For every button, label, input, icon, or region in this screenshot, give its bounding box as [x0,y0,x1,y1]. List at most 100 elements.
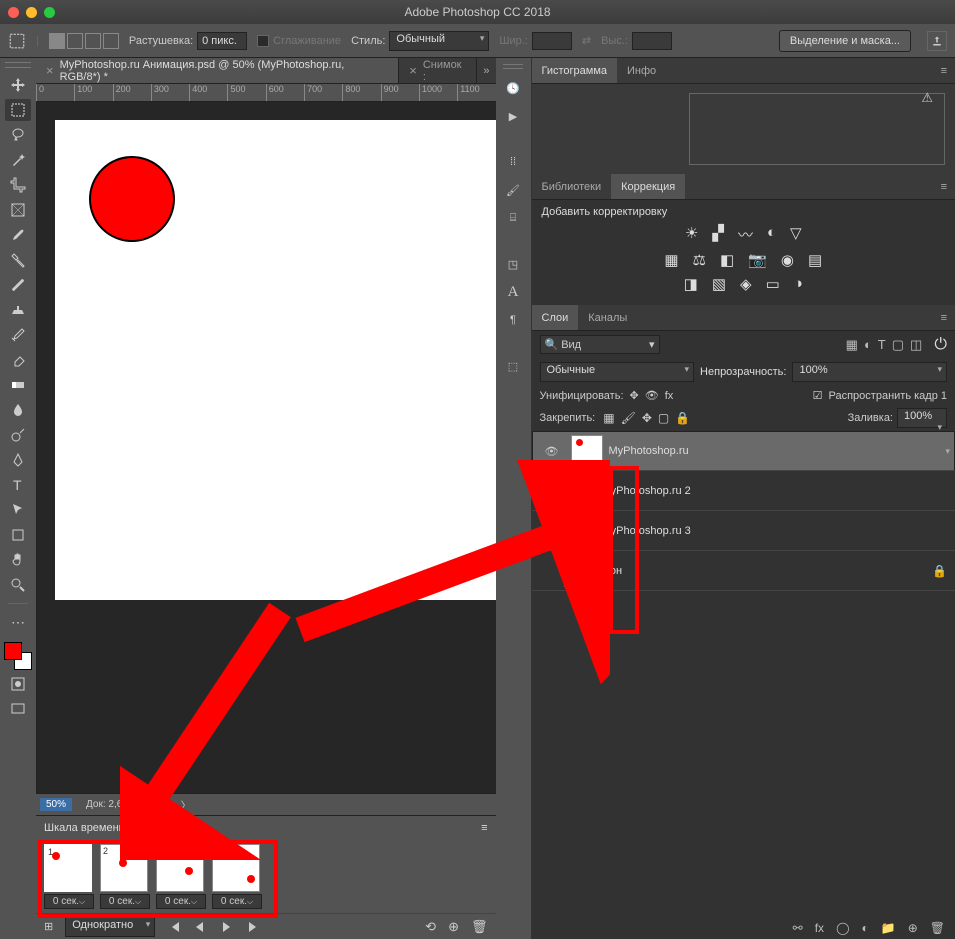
screen-mode-icon[interactable] [5,698,31,720]
hand-tool[interactable] [5,549,31,571]
tab-libraries[interactable]: Библиотеки [532,174,612,199]
3d-panel-icon[interactable]: ⬚ [504,357,522,375]
layer-visibility-icon[interactable]: 👁 [539,445,565,458]
eyedropper-tool[interactable] [5,224,31,246]
tab-channels[interactable]: Каналы [578,305,637,330]
paragraph-panel-icon[interactable]: ¶ [504,311,522,329]
panel-menu-icon[interactable]: ≡ [933,174,955,199]
layer-mask-icon[interactable]: ◯ [836,921,849,935]
delete-frame-icon[interactable]: 🗑 [471,919,488,935]
filter-smart-icon[interactable]: ◫ [910,337,922,353]
brightness-icon[interactable]: ☀ [685,224,698,245]
foreground-color-swatch[interactable] [4,642,22,660]
curves-icon[interactable]: 〰 [738,224,753,245]
tab-info[interactable]: Инфо [617,58,666,83]
tab-histogram[interactable]: Гистограмма [532,58,618,83]
frame-tool[interactable] [5,199,31,221]
exposure-icon[interactable]: ◐ [767,224,776,245]
tab-adjustments[interactable]: Коррекция [611,174,685,199]
unify-visibility-icon[interactable]: 👁 [645,389,659,402]
filter-adjust-icon[interactable]: ◐ [864,337,872,353]
lock-pixels-icon[interactable]: 🖌 [621,411,636,425]
share-icon[interactable] [927,31,947,51]
selection-subtract-icon[interactable] [85,33,101,49]
history-brush-tool[interactable] [5,324,31,346]
selection-add-icon[interactable] [67,33,83,49]
tabs-overflow-icon[interactable]: » [477,58,495,83]
color-balance-icon[interactable]: ⚖ [693,251,706,269]
posterize-icon[interactable]: ▧ [712,275,726,293]
edit-toolbar-icon[interactable]: ⋯ [5,611,31,633]
new-group-icon[interactable]: 📁 [881,921,896,935]
crop-tool[interactable] [5,174,31,196]
magic-wand-tool[interactable] [5,149,31,171]
gradient-tool[interactable] [5,374,31,396]
lock-artboard-icon[interactable]: ▢ [658,411,669,425]
fill-input[interactable]: 100% [897,408,947,428]
selection-new-icon[interactable] [49,33,65,49]
select-and-mask-button[interactable]: Выделение и маска... [779,30,911,52]
levels-icon[interactable]: ▞ [712,224,724,245]
pen-tool[interactable] [5,449,31,471]
close-tab-icon[interactable]: × [409,63,417,78]
lock-all-icon[interactable]: 🔒 [675,411,690,425]
play-icon[interactable] [219,920,233,934]
blend-mode-select[interactable]: Обычные [540,362,695,382]
histogram-warning-icon[interactable]: ⚠ [921,90,933,106]
character-panel-icon[interactable]: A [504,283,522,301]
bw-icon[interactable]: ◧ [720,251,734,269]
type-tool[interactable]: T [5,474,31,496]
threshold-icon[interactable]: ◈ [740,275,752,293]
gradient-map-icon[interactable]: ▭ [766,275,780,293]
channel-mixer-icon[interactable]: ◉ [781,251,794,269]
document-tab[interactable]: ×Снимок : [399,58,477,83]
panel-menu-icon[interactable]: ≡ [933,58,955,83]
new-adjustment-icon[interactable]: ◐ [862,921,869,935]
style-select[interactable]: Обычный [389,31,489,51]
invert-icon[interactable]: ◨ [684,275,698,293]
brush-settings-icon[interactable]: 🖌 [504,181,522,199]
feather-input[interactable] [197,32,247,50]
blur-tool[interactable] [5,399,31,421]
ruler-horizontal[interactable]: 010020030040050060070080090010001100 [36,84,496,102]
path-selection-tool[interactable] [5,499,31,521]
vibrance-icon[interactable]: ▽ [790,224,802,245]
filter-toggle-icon[interactable]: ⏻ [934,336,947,354]
zoom-level[interactable]: 50% [40,798,72,811]
selective-color-icon[interactable]: ◑ [794,275,803,293]
lookup-icon[interactable]: ▤ [808,251,822,269]
new-layer-icon[interactable]: ⊕ [908,921,918,935]
actions-panel-icon[interactable]: ▶ [504,107,522,125]
clone-source-icon[interactable]: ⌸ [504,209,522,227]
close-window-icon[interactable] [8,7,19,18]
animation-frame[interactable]: 10 сек.⌵ [44,844,94,909]
clone-stamp-tool[interactable] [5,299,31,321]
move-tool[interactable] [5,74,31,96]
filter-pixel-icon[interactable]: ▦ [846,337,858,353]
close-tab-icon[interactable]: × [46,63,54,78]
opacity-input[interactable]: 100% [792,362,947,382]
layer-fx-icon[interactable]: fx [815,921,824,935]
layer-filter-select[interactable]: 🔍Вид▾ [540,335,660,354]
minimize-window-icon[interactable] [26,7,37,18]
lock-transparent-icon[interactable]: ▦ [603,411,614,425]
photo-filter-icon[interactable]: 📷 [748,251,767,269]
document-tab-active[interactable]: ×MyPhotoshop.ru Анимация.psd @ 50% (MyPh… [36,58,399,83]
eraser-tool[interactable] [5,349,31,371]
selection-intersect-icon[interactable] [103,33,119,49]
loop-select[interactable]: Однократно [65,917,155,937]
zoom-tool[interactable] [5,574,31,596]
panel-menu-icon[interactable]: ≡ [933,305,955,330]
dodge-tool[interactable] [5,424,31,446]
lasso-tool[interactable] [5,124,31,146]
healing-brush-tool[interactable] [5,249,31,271]
brush-tool[interactable] [5,274,31,296]
tween-icon[interactable]: ⟲ [425,919,436,935]
quick-mask-icon[interactable] [5,673,31,695]
prev-frame-icon[interactable] [193,920,207,934]
lock-position-icon[interactable]: ✥ [642,411,652,425]
brushes-panel-icon[interactable]: ⁞⁞ [504,153,522,171]
propagate-label[interactable]: Распространить кадр 1 [829,390,947,402]
next-frame-icon[interactable] [245,920,259,934]
navigator-panel-icon[interactable]: ◳ [504,255,522,273]
